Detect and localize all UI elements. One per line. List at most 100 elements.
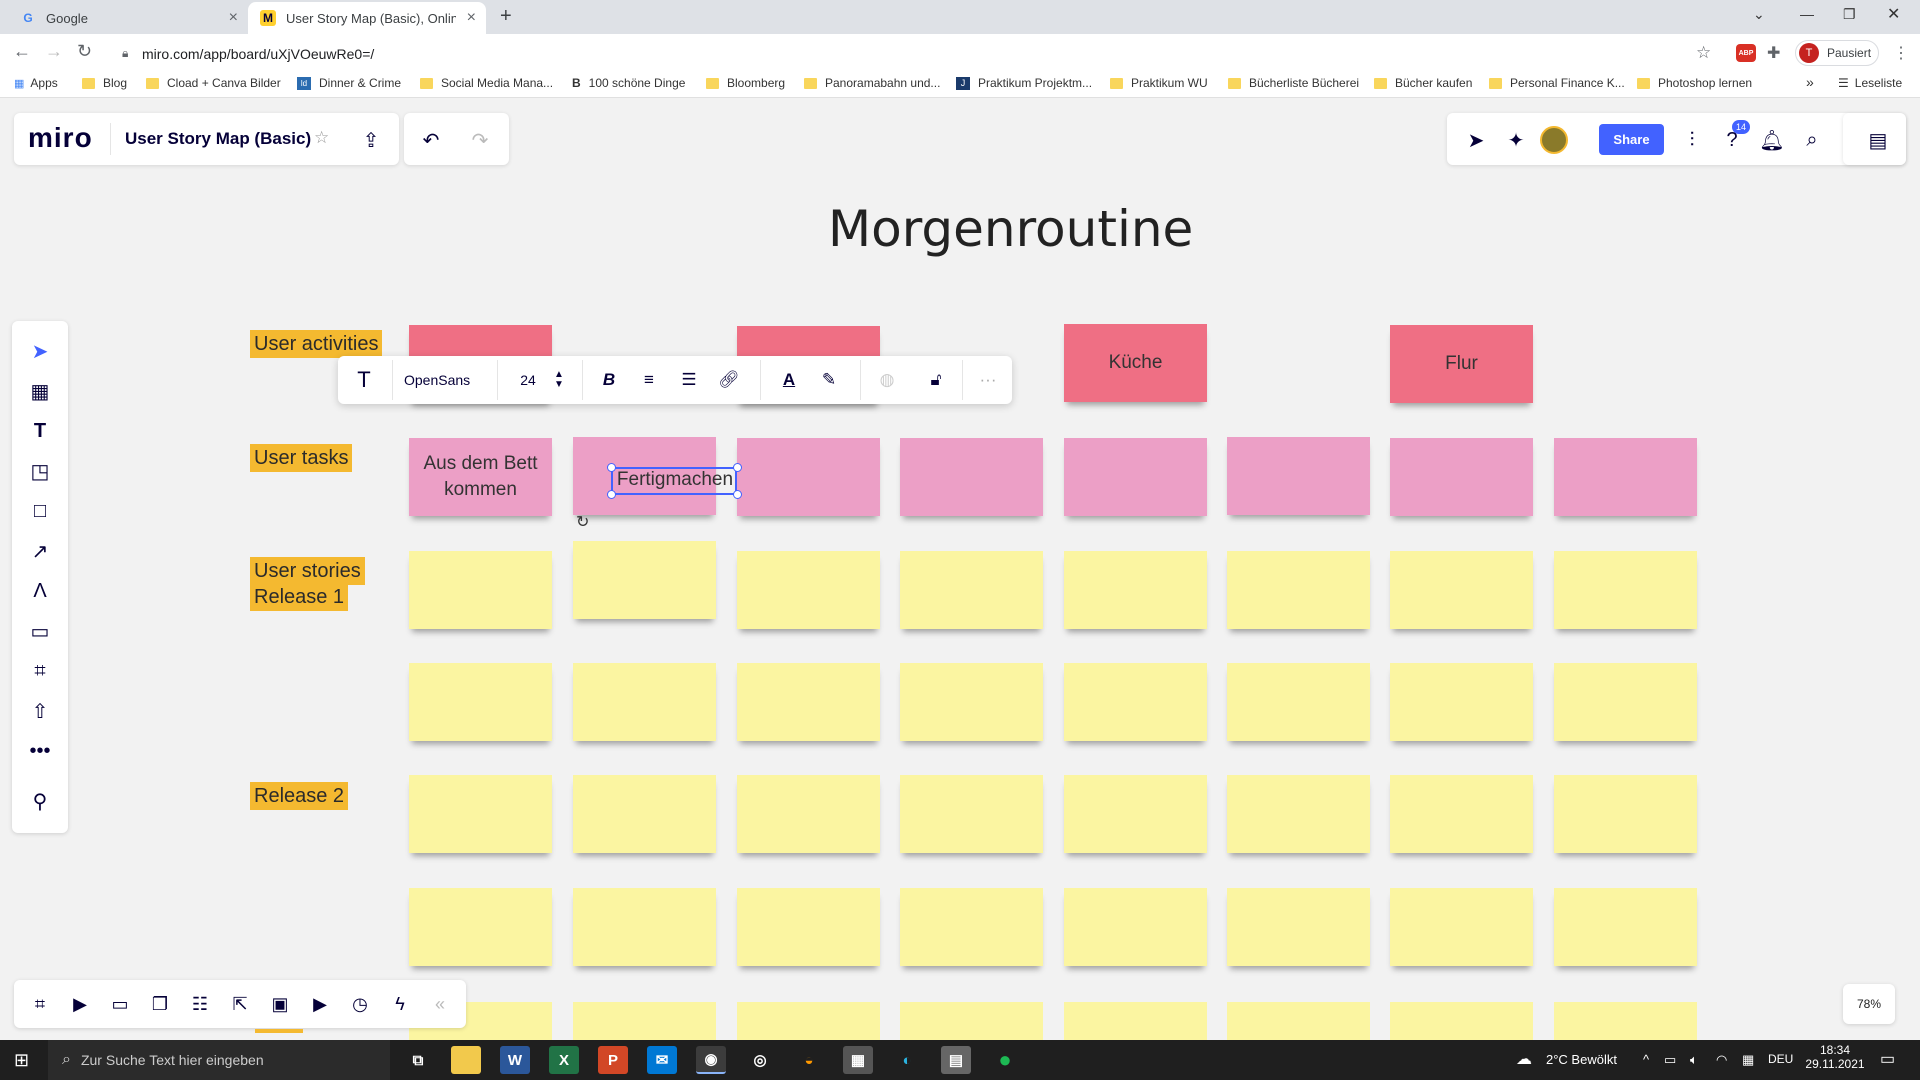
excel-icon[interactable]: X: [549, 1046, 579, 1074]
story-note[interactable]: [573, 888, 716, 966]
screenshot-icon[interactable]: ▣: [266, 990, 294, 1018]
weather-cloud-icon[interactable]: ☁: [1516, 1049, 1532, 1069]
align-left-icon[interactable]: ≡: [635, 366, 663, 394]
comments-icon[interactable]: ▭: [106, 990, 134, 1018]
story-note[interactable]: [737, 888, 880, 966]
reactions-icon[interactable]: ✦: [1500, 124, 1532, 156]
story-note[interactable]: [900, 888, 1043, 966]
calculator-icon[interactable]: ▤: [941, 1046, 971, 1074]
font-family-select[interactable]: OpenSans: [404, 366, 478, 394]
url-text[interactable]: miro.com/app/board/uXjVOeuwRe0=/: [142, 46, 374, 62]
clock[interactable]: 18:34 29.11.2021: [1804, 1043, 1866, 1071]
story-note[interactable]: [1064, 1002, 1207, 1040]
story-note[interactable]: [737, 775, 880, 853]
upload-icon[interactable]: ⇧: [24, 695, 56, 727]
reading-list[interactable]: ☰ Leseliste: [1838, 76, 1902, 90]
volume-icon[interactable]: 🔈︎: [1690, 1052, 1698, 1068]
avatar[interactable]: [1540, 126, 1568, 154]
powerpoint-icon[interactable]: P: [598, 1046, 628, 1074]
settings-sliders-icon[interactable]: ⫶: [1676, 124, 1708, 156]
select-cursor-icon[interactable]: ➤: [24, 335, 56, 367]
lightning-icon[interactable]: ϟ: [386, 990, 414, 1018]
bookmark-item[interactable]: Bücherliste Bücherei: [1228, 76, 1359, 90]
connection-line-icon[interactable]: ↗: [24, 535, 56, 567]
background-color-icon[interactable]: ◍: [873, 366, 901, 394]
story-note[interactable]: [1390, 1002, 1533, 1040]
story-note[interactable]: [409, 663, 552, 741]
share-button[interactable]: Share: [1599, 124, 1664, 155]
app-icon[interactable]: ▦: [843, 1046, 873, 1074]
story-note[interactable]: [1390, 888, 1533, 966]
story-note[interactable]: [573, 541, 716, 619]
undo-icon[interactable]: ↶: [415, 124, 447, 156]
resize-handle[interactable]: [733, 490, 742, 499]
task-note[interactable]: [1390, 438, 1533, 516]
bookmark-item[interactable]: J Praktikum Projektm...: [956, 76, 1092, 90]
bookmark-item[interactable]: Photoshop lernen: [1637, 76, 1752, 90]
bookmark-item[interactable]: Panoramabahn und...: [804, 76, 940, 90]
notifications-icon[interactable]: ▭: [1880, 1049, 1895, 1069]
presentation-icon[interactable]: ▶: [66, 990, 94, 1018]
adblock-icon[interactable]: ABP: [1736, 44, 1756, 62]
bookmark-star-icon[interactable]: ☆: [1696, 43, 1711, 63]
board-title[interactable]: Morgenroutine: [828, 200, 1193, 258]
lock-icon[interactable]: 🔒︎: [122, 46, 128, 61]
zoom-level[interactable]: 78%: [1843, 984, 1895, 1024]
bookmark-item[interactable]: Bücher kaufen: [1374, 76, 1472, 90]
chrome-icon[interactable]: ◉: [696, 1046, 726, 1074]
obs-icon[interactable]: ◎: [745, 1046, 775, 1074]
search-icon[interactable]: ⌕: [1796, 124, 1828, 156]
mail-icon[interactable]: ✉: [647, 1046, 677, 1074]
browser-menu-icon[interactable]: ⋮: [1893, 43, 1909, 63]
bookmark-item[interactable]: ld Dinner & Crime: [297, 76, 401, 90]
tray-chevron-icon[interactable]: ^: [1643, 1052, 1649, 1067]
row-label-stories[interactable]: User stories: [250, 557, 365, 585]
profile-button[interactable]: T Pausiert: [1795, 40, 1879, 66]
notifications-bell-icon[interactable]: 🔔︎: [1756, 124, 1788, 156]
story-note[interactable]: [1227, 888, 1370, 966]
frame-icon[interactable]: ⌗: [24, 655, 56, 687]
bookmark-item[interactable]: Personal Finance K...: [1489, 76, 1625, 90]
board-panel-icon[interactable]: ▤: [1862, 124, 1894, 156]
story-note[interactable]: [573, 1002, 716, 1040]
font-size-stepper-icon[interactable]: ▲ ▼: [552, 366, 566, 394]
task-note[interactable]: [737, 438, 880, 516]
word-icon[interactable]: W: [500, 1046, 530, 1074]
network-icon[interactable]: ▭: [1664, 1052, 1676, 1068]
story-note[interactable]: [1227, 663, 1370, 741]
collapse-icon[interactable]: «: [426, 990, 454, 1018]
story-note[interactable]: [900, 663, 1043, 741]
reload-icon[interactable]: ↻: [77, 41, 92, 62]
row-label-release1[interactable]: Release 1: [250, 583, 349, 611]
frames-icon[interactable]: ⌗: [26, 990, 54, 1018]
story-note[interactable]: [737, 1002, 880, 1040]
task-note[interactable]: [1064, 438, 1207, 516]
more-options-icon[interactable]: ···: [974, 366, 1002, 394]
story-note[interactable]: [573, 775, 716, 853]
lock-icon[interactable]: 🔓︎: [922, 366, 950, 394]
pen-icon[interactable]: Λ: [24, 575, 56, 607]
task-note[interactable]: [1554, 438, 1697, 516]
task-note[interactable]: [1227, 437, 1370, 515]
board-name[interactable]: User Story Map (Basic): [125, 129, 311, 149]
maximize-icon[interactable]: ❐: [1843, 6, 1856, 23]
resize-handle[interactable]: [733, 463, 742, 472]
bullet-list-icon[interactable]: ☰: [675, 366, 703, 394]
story-note[interactable]: [1554, 1002, 1697, 1040]
sticky-note-icon[interactable]: ◳: [24, 455, 56, 487]
comment-icon[interactable]: ▭: [24, 615, 56, 647]
row-label-tasks[interactable]: User tasks: [250, 444, 353, 472]
text-color-icon[interactable]: A: [775, 366, 803, 394]
resize-handle[interactable]: [607, 463, 616, 472]
story-note[interactable]: [409, 551, 552, 629]
bookmark-item[interactable]: Social Media Mana...: [420, 76, 553, 90]
story-note[interactable]: [409, 888, 552, 966]
file-explorer-icon[interactable]: [451, 1046, 481, 1074]
story-note[interactable]: [1064, 888, 1207, 966]
story-note[interactable]: [1227, 551, 1370, 629]
story-note[interactable]: [1554, 888, 1697, 966]
minimize-icon[interactable]: —: [1800, 6, 1814, 22]
close-icon[interactable]: ×: [229, 9, 238, 27]
kanban-icon[interactable]: ☷: [186, 990, 214, 1018]
new-tab-button[interactable]: +: [500, 5, 512, 28]
